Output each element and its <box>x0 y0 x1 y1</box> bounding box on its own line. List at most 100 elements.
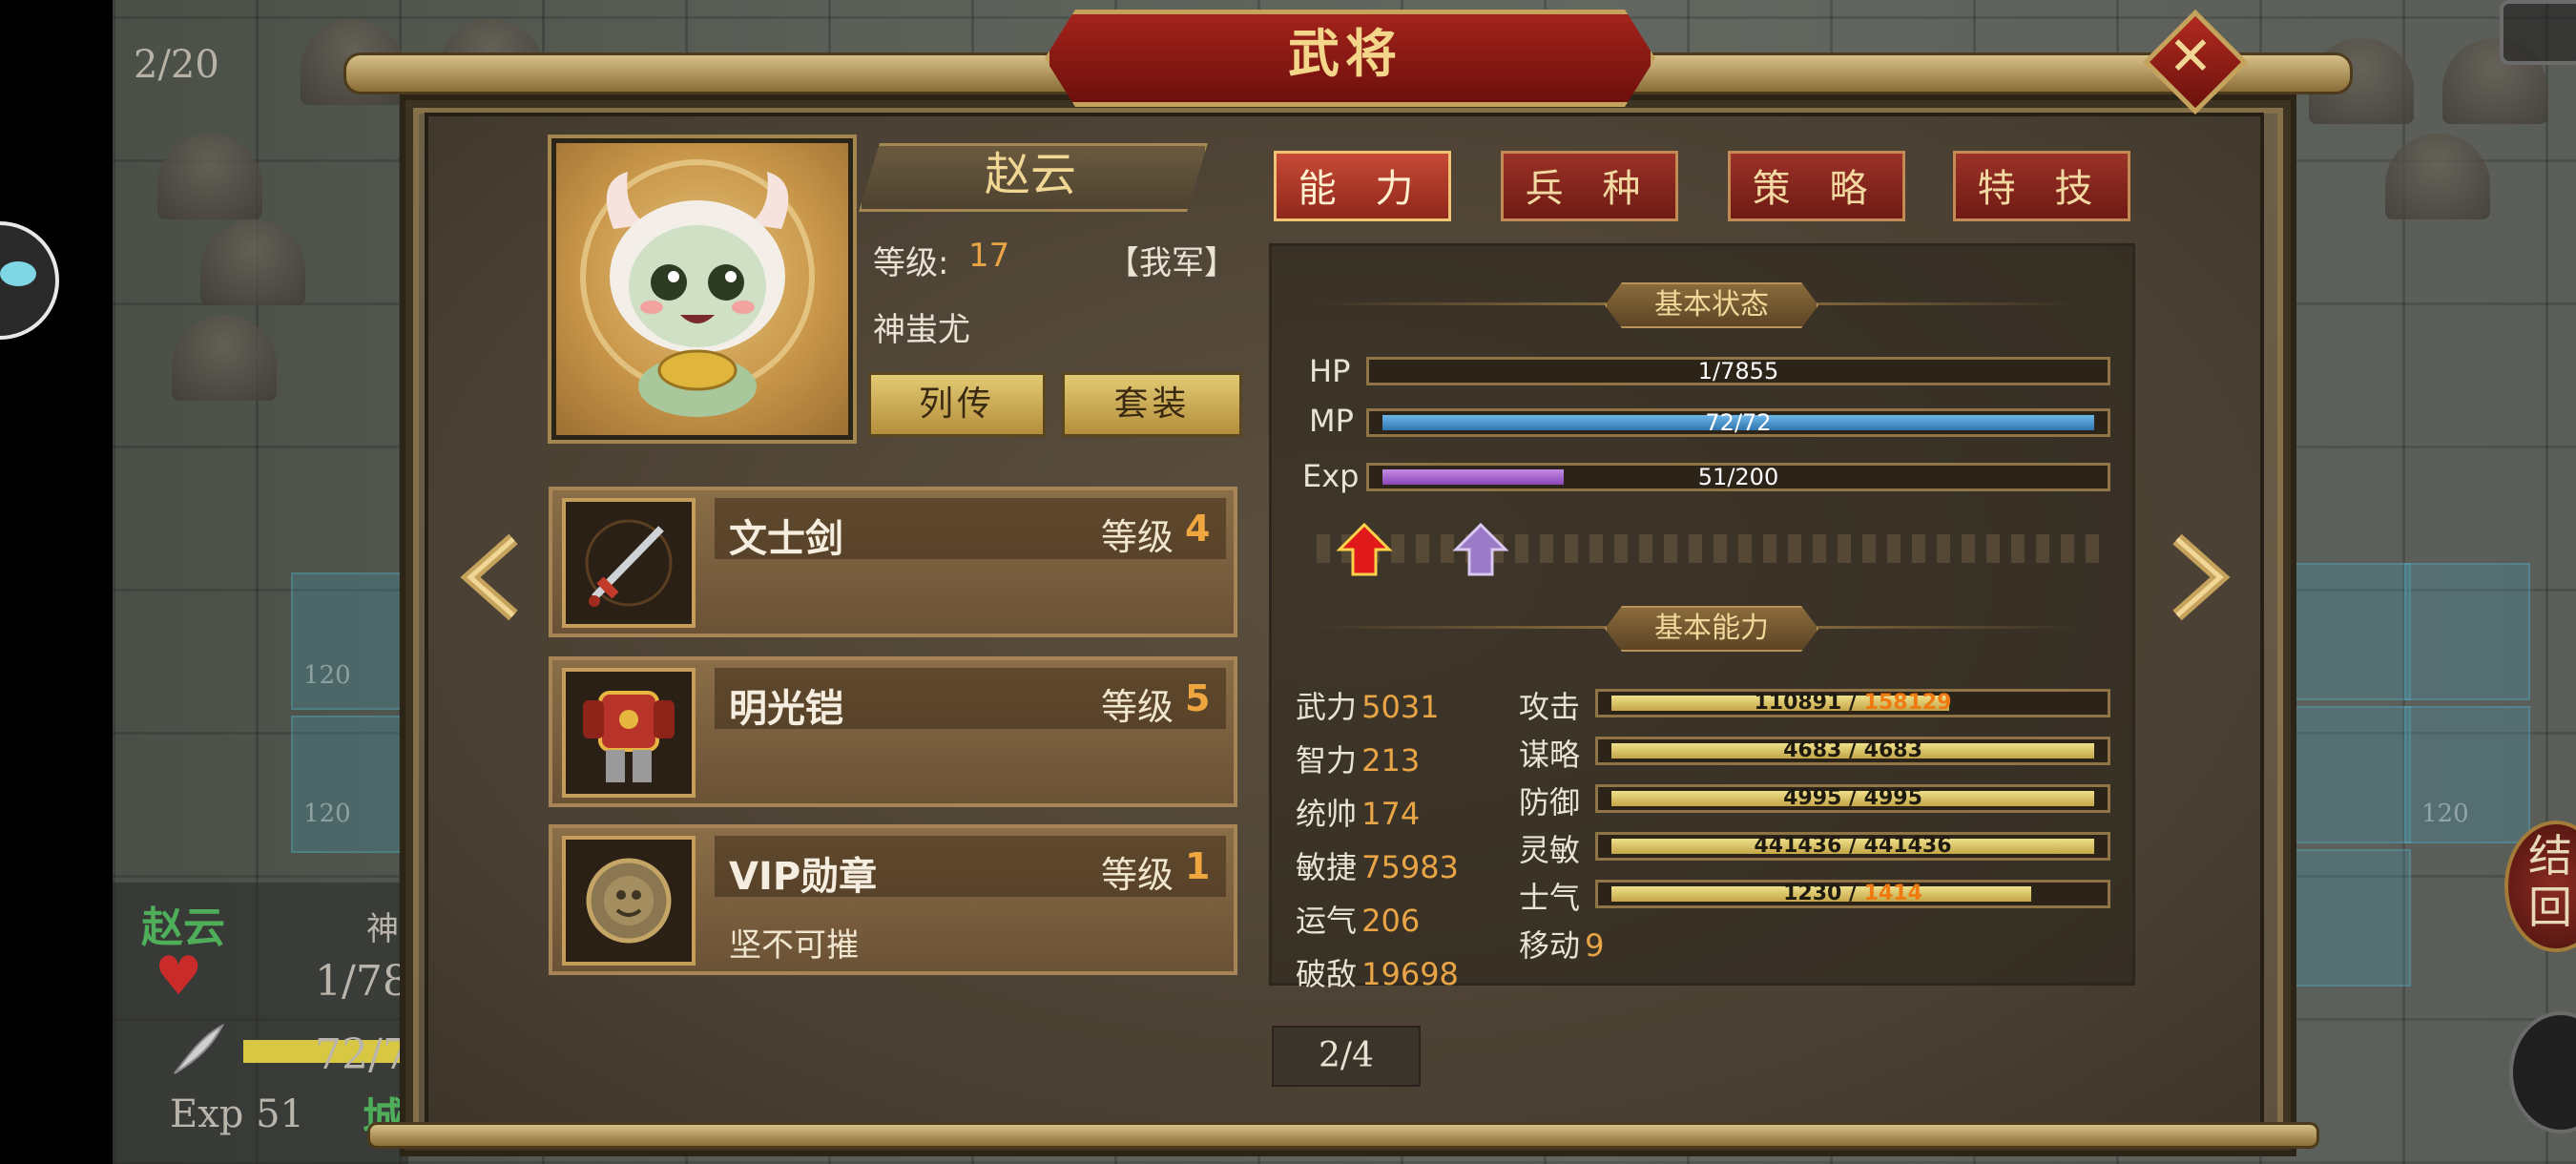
equipment-level-label: 等级 <box>1101 516 1174 558</box>
defense-value: 4995 / 4995 <box>1783 786 1922 810</box>
hero-level-label: 等级: <box>873 244 949 282</box>
equipment-level: 5 <box>1185 677 1211 719</box>
tab-ability[interactable]: 能 力 <box>1274 151 1451 221</box>
hero-portrait-image <box>580 159 815 417</box>
equipment-level: 1 <box>1185 845 1211 887</box>
section-title-ability: 基本能力 <box>1605 606 1818 652</box>
stat-row: 敏捷 75983 <box>1296 843 1459 897</box>
stat-value: 206 <box>1361 903 1421 939</box>
stat-value: 5031 <box>1361 689 1440 725</box>
stat-value: 19698 <box>1361 956 1459 992</box>
stat-name: 灵敏 <box>1519 832 1581 868</box>
close-button[interactable]: ✕ <box>2142 9 2249 115</box>
map-tile[interactable] <box>2285 563 2411 700</box>
map-tile[interactable] <box>291 716 417 853</box>
agility-value: 441436 / 441436 <box>1754 834 1952 858</box>
attack-value: 110891 / 158129 <box>1754 691 1952 715</box>
stat-row: 统帅 174 <box>1296 790 1459 843</box>
next-general-button[interactable] <box>2168 530 2234 625</box>
chevron-right-icon <box>2172 533 2231 621</box>
hero-faction: 【我军】 <box>1107 244 1236 282</box>
equipment-name: 明光铠 <box>729 687 843 731</box>
mp-bar: 72/72 <box>1366 408 2110 437</box>
battle-unit-mp: 72/7 <box>315 1030 409 1079</box>
stat-name: 破敌 <box>1296 956 1358 992</box>
stat-value: 75983 <box>1361 849 1459 885</box>
stat-row: 运气 206 <box>1296 897 1459 950</box>
buff-track <box>1317 534 2109 563</box>
equipment-set-button[interactable]: 套装 <box>1062 372 1242 437</box>
equipment-slot-medal[interactable]: VIP勋章 等级 1 坚不可摧 <box>549 824 1237 975</box>
hp-label: HP <box>1309 353 1351 389</box>
equipment-slot-armor[interactable]: 明光铠 等级 5 <box>549 656 1237 807</box>
stat-name: 智力 <box>1296 742 1358 779</box>
map-tile[interactable] <box>2285 706 2411 843</box>
stat-name: 防御 <box>1519 784 1581 821</box>
close-icon: ✕ <box>2168 26 2213 88</box>
attack-bar: 110891 / 158129 <box>1595 689 2110 717</box>
agility-bar: 441436 / 441436 <box>1595 832 2110 861</box>
chevron-left-icon <box>460 533 518 621</box>
previous-general-button[interactable] <box>456 530 523 625</box>
tile-number: 120 <box>303 661 351 690</box>
section-title-status: 基本状态 <box>1605 282 1818 328</box>
page-indicator: 2/4 <box>1272 1026 1421 1087</box>
attack-up-arrow-icon <box>1336 523 1393 576</box>
strategy-value: 4683 / 4683 <box>1783 738 1922 762</box>
hp-bar: 1/7855 <box>1366 357 2110 385</box>
tile-number: 120 <box>2421 800 2469 828</box>
defense-bar: 4995 / 4995 <box>1595 784 2110 813</box>
stat-row: 智力 213 <box>1296 737 1459 790</box>
biography-button[interactable]: 列传 <box>868 372 1046 437</box>
hero-name: 赵云 <box>984 148 1076 201</box>
tab-strategy[interactable]: 策 略 <box>1728 151 1905 221</box>
equipment-level: 4 <box>1185 508 1211 550</box>
strategy-bar: 4683 / 4683 <box>1595 737 2110 765</box>
exp-label: Exp <box>1302 458 1360 494</box>
exp-value: 51/200 <box>1697 464 1779 490</box>
tab-troops[interactable]: 兵 种 <box>1501 151 1678 221</box>
stat-value: 213 <box>1361 742 1421 779</box>
equipment-level-label: 等级 <box>1101 686 1174 728</box>
equipment-name: VIP勋章 <box>729 855 878 899</box>
dialog-bottom-rail <box>367 1122 2319 1149</box>
map-tile[interactable] <box>2285 849 2411 987</box>
medal-icon <box>562 836 696 966</box>
sword-icon <box>562 498 696 628</box>
map-tile[interactable] <box>2404 563 2530 700</box>
move-label: 移动 <box>1519 927 1581 964</box>
armor-icon <box>562 668 696 798</box>
tile-number: 120 <box>303 800 351 828</box>
tab-skill[interactable]: 特 技 <box>1953 151 2130 221</box>
end-turn-label: 结 回 <box>2528 830 2572 933</box>
stat-name: 士气 <box>1519 880 1581 916</box>
exp-bar: 51/200 <box>1366 463 2110 491</box>
mp-value: 72/72 <box>1705 409 1772 436</box>
battle-unit-exp: Exp 51 <box>170 1092 304 1136</box>
stat-name: 谋略 <box>1519 737 1581 773</box>
ability-list-right: 攻击 谋略 防御 灵敏 士气 移动 9 <box>1519 683 1604 975</box>
equipment-name: 文士剑 <box>729 517 843 561</box>
dialog-title: 武将 <box>1288 23 1402 84</box>
hp-value: 1/7855 <box>1697 358 1779 385</box>
stat-name: 敏捷 <box>1296 849 1358 885</box>
heart-icon: ♥ <box>155 946 203 1008</box>
stat-name: 武力 <box>1296 689 1358 725</box>
equipment-slot-weapon[interactable]: 文士剑 等级 4 <box>549 487 1237 637</box>
hero-level: 17 <box>968 237 1010 275</box>
player-avatar[interactable] <box>0 221 59 340</box>
menu-icon[interactable] <box>2500 0 2576 65</box>
stat-name: 运气 <box>1296 903 1358 939</box>
turn-counter: 2/20 <box>134 43 219 87</box>
equipment-desc: 坚不可摧 <box>729 926 859 965</box>
stat-row: 武力 5031 <box>1296 683 1459 737</box>
morale-bar: 1230 / 1414 <box>1595 880 2110 908</box>
ability-list-left: 武力 5031 智力 213 统帅 174 敏捷 75983 运气 206 破敌… <box>1296 683 1459 1004</box>
battle-unit-tag: 神 <box>366 910 399 948</box>
stat-name: 统帅 <box>1296 796 1358 832</box>
equipment-level-label: 等级 <box>1101 854 1174 896</box>
stat-row: 破敌 19698 <box>1296 950 1459 1004</box>
morale-value: 1230 / 1414 <box>1783 882 1922 905</box>
move-value: 9 <box>1585 927 1605 964</box>
stat-name: 攻击 <box>1519 689 1581 725</box>
